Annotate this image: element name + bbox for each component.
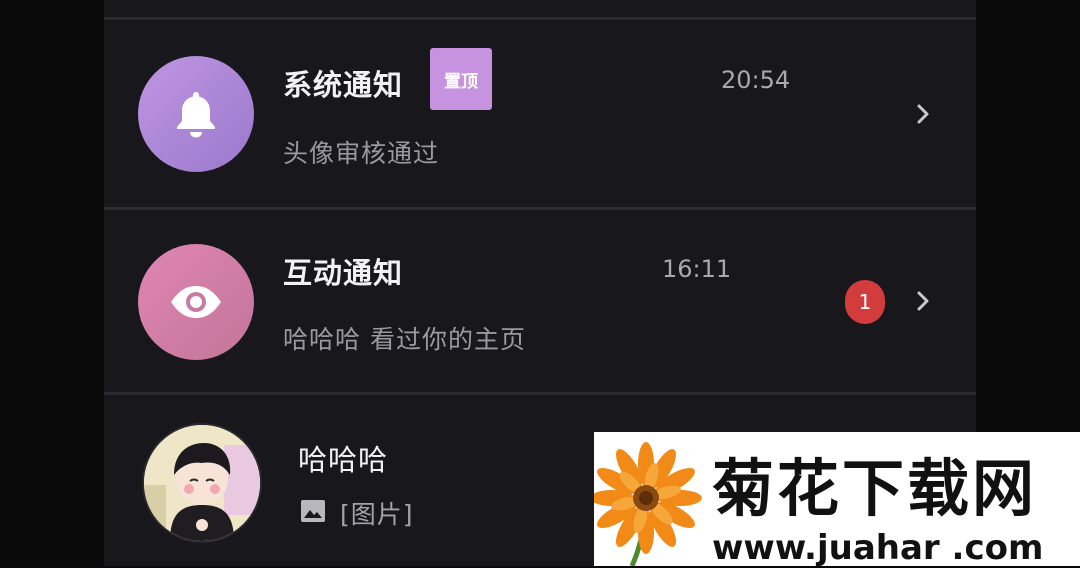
chevron-right-icon — [917, 291, 929, 311]
system-notification-avatar — [138, 56, 254, 172]
interaction-notification-title: 互动通知 — [283, 256, 404, 290]
flower-logo-icon — [594, 442, 702, 566]
system-notification-time: 20:54 — [721, 66, 791, 94]
chat-name: 哈哈哈 — [298, 443, 389, 477]
interaction-notification-avatar — [138, 244, 254, 360]
pinned-tag: 置顶 — [430, 48, 492, 110]
watermark-url: www.juahar .com — [712, 528, 1044, 568]
watermark: 菊花下载网 www.juahar .com — [594, 432, 1080, 568]
avatar-image — [144, 425, 260, 541]
image-icon — [301, 500, 325, 522]
system-notification-preview: 头像审核通过 — [283, 139, 440, 168]
bell-icon — [177, 92, 215, 138]
chat-preview: [图片] — [340, 500, 414, 529]
eye-icon — [171, 286, 221, 318]
chevron-right-icon — [917, 104, 929, 124]
interaction-notification-row[interactable]: 互动通知 16:11 哈哈哈 看过你的主页 1 — [104, 210, 976, 392]
user-avatar — [142, 423, 262, 543]
system-notification-row[interactable]: 系统通知 置顶 20:54 头像审核通过 — [104, 20, 976, 207]
watermark-title: 菊花下载网 — [712, 452, 1038, 525]
unread-badge: 1 — [845, 280, 885, 324]
interaction-notification-preview: 哈哈哈 看过你的主页 — [283, 325, 526, 354]
system-notification-title: 系统通知 — [283, 68, 404, 102]
interaction-notification-time: 16:11 — [662, 255, 732, 283]
